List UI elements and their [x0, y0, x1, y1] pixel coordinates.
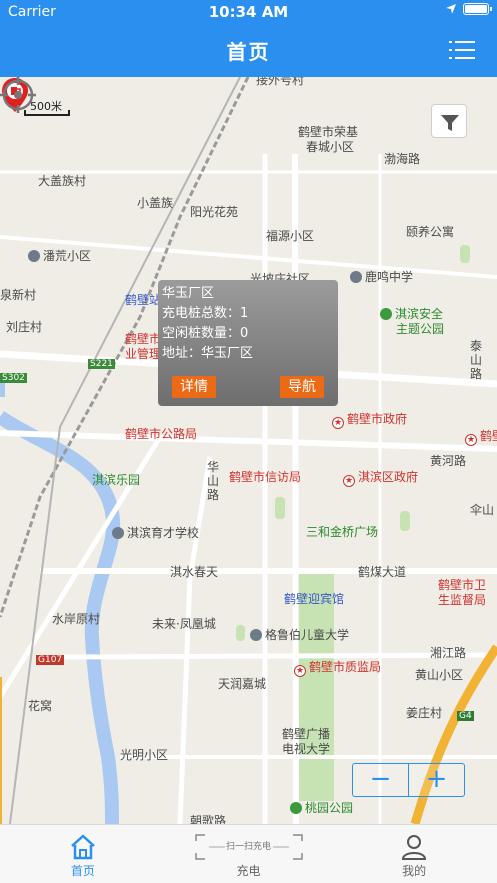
park-area	[460, 245, 470, 263]
map-label: 小盖族	[137, 196, 174, 210]
page-title: 首页	[226, 40, 271, 64]
map-label: 鹤煤大道	[358, 565, 407, 579]
road-shield: G4	[457, 711, 474, 721]
filter-button[interactable]	[431, 104, 467, 138]
government-icon: ★	[343, 475, 355, 487]
station-idle: 空闲桩数量：0	[162, 326, 249, 341]
map-label: 鹤壁市公路局	[125, 427, 198, 441]
map-label: ★ 淇滨区政府	[343, 470, 419, 487]
map-label: 华山路	[207, 460, 220, 502]
tab-bar: 首页 扫一扫充电 充电 我的	[0, 824, 497, 883]
map-label: 姜庄村	[406, 706, 443, 720]
residence-icon	[28, 250, 40, 262]
map-label: 阳光花苑	[190, 205, 239, 219]
park-area	[400, 511, 410, 531]
park-area	[275, 497, 285, 519]
map-label: 湘江路	[430, 646, 467, 660]
park-area	[236, 625, 245, 641]
tab-mine[interactable]: 我的	[331, 825, 497, 883]
map-label: 泉新村	[0, 288, 37, 302]
map-label: 鹤壁迎宾馆	[284, 592, 345, 606]
station-address: 地址：华玉厂区	[162, 346, 254, 361]
funnel-icon	[441, 115, 459, 131]
tab-home[interactable]: 首页	[0, 825, 166, 883]
station-callout[interactable]: 华玉厂区 充电桩总数：1 空闲桩数量：0 地址：华玉厂区 详情 导航	[158, 280, 338, 406]
nav-bar: 首页	[0, 24, 497, 77]
map-label: 刘庄村	[6, 320, 43, 334]
station-total: 充电桩总数：1	[162, 306, 249, 321]
map-label: 渤海路	[384, 152, 421, 166]
map-label: 淇水春天	[170, 565, 219, 579]
map-label: ★鹤壁	[465, 429, 497, 446]
status-bar: Carrier 10:34 AM	[0, 0, 497, 24]
school-icon	[112, 527, 124, 539]
status-right	[445, 3, 492, 15]
map-label: 潘荒小区	[28, 247, 91, 264]
locate-me-icon[interactable]	[0, 77, 36, 113]
school-icon	[250, 629, 262, 641]
map-label: 主题公园	[396, 322, 445, 336]
map-label: 未来·凤凰城	[152, 617, 216, 631]
map-label: 泰山路	[470, 339, 483, 381]
road	[292, 153, 299, 824]
home-icon	[70, 834, 95, 860]
government-icon: ★	[294, 665, 306, 677]
map-label: 鹤壁站	[125, 293, 162, 307]
map-label: 春城小区	[306, 140, 355, 154]
menu-list-icon[interactable]	[449, 38, 475, 64]
map-label: ★ 鹤壁市质监局	[294, 660, 382, 677]
station-name: 华玉厂区	[162, 286, 215, 301]
map-label: 光明小区	[120, 748, 169, 762]
map-label: 花窝	[28, 699, 53, 713]
map-label: 淇滨乐园	[92, 473, 141, 487]
map-label: 淇滨育才学校	[112, 524, 199, 541]
navigate-button[interactable]: 导航	[280, 376, 324, 398]
tab-home-label: 首页	[70, 864, 95, 878]
map-label: 业管理	[125, 347, 162, 361]
map-label: 天润嘉城	[218, 677, 267, 691]
map-label: 颐养公寓	[406, 225, 455, 239]
map-label: 黄河路	[430, 454, 467, 468]
location-arrow-icon	[446, 4, 456, 14]
government-icon: ★	[332, 417, 344, 429]
map-label: 桃园公园	[290, 799, 353, 816]
road-shield: S302	[0, 373, 27, 383]
park-icon	[290, 802, 302, 814]
scan-icon: 扫一扫充电	[194, 834, 303, 860]
zoom-control: − +	[352, 763, 465, 797]
map-label: 伞山	[470, 503, 495, 517]
map-view[interactable]: 500米 大盖族村 小盖族 阳光花苑 潘荒小区 泉新村 刘庄村 鹤壁市荣基 春城…	[0, 77, 497, 824]
road-shield: S221	[88, 359, 115, 369]
map-label: 鹿鸣中学	[350, 268, 413, 285]
map-label: 水岸原村	[52, 612, 101, 626]
park-icon	[380, 308, 392, 320]
map-label: 朝歌路	[190, 814, 227, 824]
clock: 10:34 AM	[208, 3, 289, 21]
map-label: 格鲁伯儿童大学	[250, 626, 349, 643]
tab-charge-label: 充电	[236, 864, 261, 878]
map-label: 福源小区	[266, 229, 315, 243]
map-label: 三和金桥广场	[306, 525, 379, 539]
battery-icon	[463, 3, 492, 15]
government-icon: ★	[465, 434, 477, 446]
zoom-out-button[interactable]: −	[353, 764, 409, 796]
road	[177, 456, 213, 824]
tab-charge[interactable]: 扫一扫充电 充电	[166, 825, 332, 883]
school-icon	[350, 271, 362, 283]
scan-text: 扫一扫充电	[225, 842, 271, 852]
map-label: 生监督局	[438, 593, 487, 607]
map-label: 鹤壁市信访局	[229, 470, 302, 484]
map-label: 大盖族村	[38, 174, 87, 188]
user-icon	[402, 835, 427, 860]
detail-button[interactable]: 详情	[172, 376, 216, 398]
map-label: ★ 鹤壁市政府	[332, 412, 408, 429]
map-label: 黄山小区	[415, 668, 464, 682]
map-label: 接外号村	[256, 77, 305, 87]
tab-mine-label: 我的	[402, 864, 427, 878]
zoom-in-button[interactable]: +	[409, 764, 464, 796]
road-shield: G107	[36, 655, 65, 665]
map-label: 电视大学	[282, 742, 331, 756]
